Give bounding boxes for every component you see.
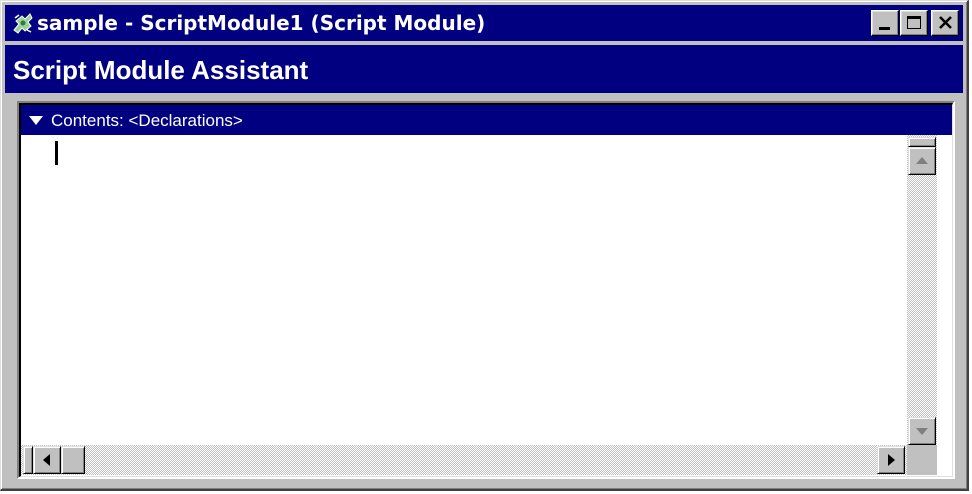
scroll-down-button[interactable] bbox=[908, 417, 936, 445]
vertical-scrollbar[interactable] bbox=[907, 135, 937, 447]
horizontal-scrollbar[interactable] bbox=[21, 445, 907, 475]
arrow-right-icon bbox=[888, 454, 895, 466]
minimize-button[interactable] bbox=[871, 10, 899, 36]
window-title-bar[interactable]: sample - ScriptModule1 (Script Module) bbox=[5, 5, 963, 41]
arrow-left-icon bbox=[43, 454, 50, 466]
arrow-down-icon bbox=[916, 428, 928, 435]
arrow-up-icon bbox=[916, 157, 928, 164]
contents-pane-inner: Contents: <Declarations> bbox=[19, 103, 953, 477]
scrollbar-corner bbox=[907, 445, 937, 475]
horizontal-scroll-box[interactable] bbox=[61, 446, 85, 474]
contents-header[interactable]: Contents: <Declarations> bbox=[21, 105, 952, 135]
maximize-button[interactable] bbox=[900, 10, 928, 36]
scroll-left-button[interactable] bbox=[33, 446, 61, 474]
scroll-up-button[interactable] bbox=[908, 147, 936, 175]
close-button[interactable] bbox=[931, 10, 959, 36]
horizontal-scroll-thumb[interactable] bbox=[23, 446, 33, 474]
vertical-scroll-thumb[interactable] bbox=[908, 137, 936, 147]
triangle-down-icon[interactable] bbox=[29, 116, 43, 125]
assistant-header: Script Module Assistant bbox=[5, 45, 963, 93]
maximize-icon bbox=[907, 16, 921, 29]
window-title: sample - ScriptModule1 (Script Module) bbox=[37, 11, 486, 35]
script-module-window: sample - ScriptModule1 (Script Module) S… bbox=[0, 0, 969, 491]
text-caret bbox=[55, 141, 58, 165]
assistant-title: Script Module Assistant bbox=[13, 55, 309, 85]
script-editor[interactable] bbox=[21, 135, 907, 445]
contents-label: Contents: <Declarations> bbox=[51, 111, 243, 130]
contents-pane: Contents: <Declarations> bbox=[17, 101, 955, 479]
close-icon bbox=[939, 16, 952, 29]
scroll-right-button[interactable] bbox=[877, 446, 905, 474]
minimize-icon bbox=[879, 27, 890, 30]
script-module-app-icon bbox=[13, 13, 33, 34]
